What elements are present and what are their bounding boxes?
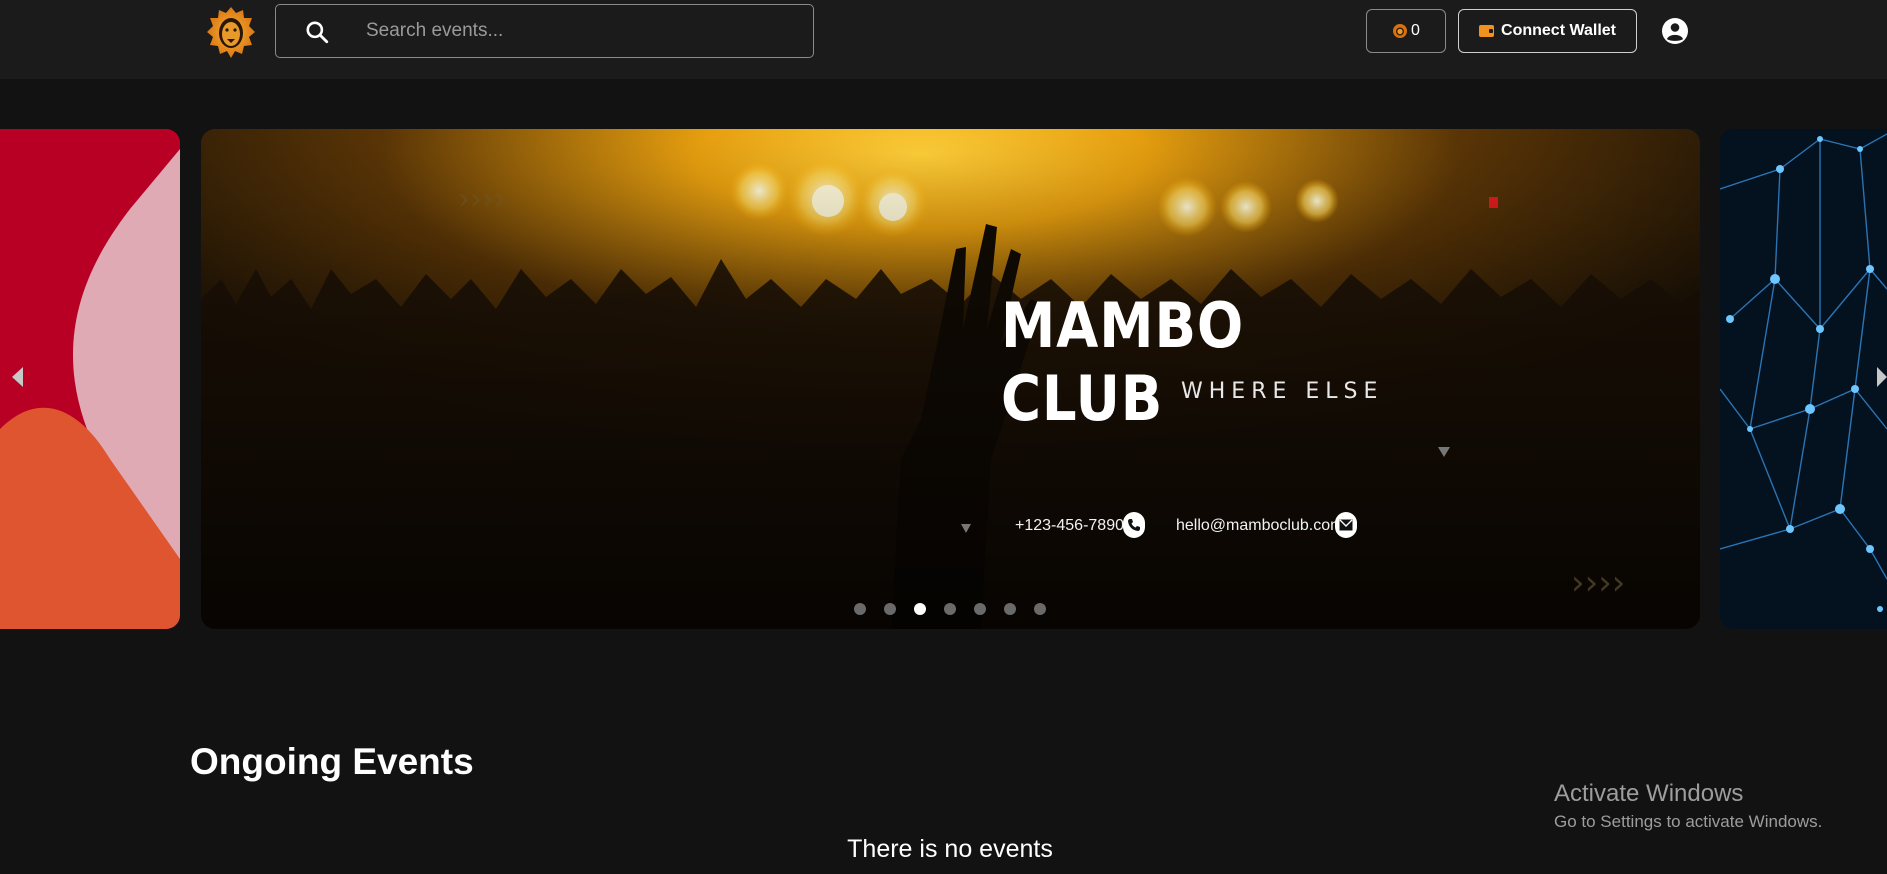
banner-title: MAMBO CLUB — [1001, 289, 1245, 435]
carousel-slide-active[interactable]: ›››› ›››› MAMBO CLUB WHERE ELSE +123-456… — [201, 129, 1700, 629]
lion-logo-icon[interactable] — [206, 5, 256, 60]
coin-balance-button[interactable]: 0 — [1366, 9, 1446, 53]
banner-subtitle: WHERE ELSE — [1181, 379, 1384, 404]
carousel-dot-4[interactable] — [944, 603, 956, 615]
carousel-dot-3[interactable] — [914, 603, 926, 615]
event-carousel: ›››› ›››› MAMBO CLUB WHERE ELSE +123-456… — [0, 129, 1887, 629]
search-box[interactable] — [275, 4, 814, 58]
svg-text:››››: ›››› — [458, 182, 506, 217]
banner-phone: +123-456-7890 — [1015, 517, 1124, 534]
carousel-dot-2[interactable] — [884, 603, 896, 615]
activate-windows-subtitle: Go to Settings to activate Windows. — [1554, 812, 1823, 831]
top-header: 0 Connect Wallet — [0, 0, 1887, 79]
carousel-prev-arrow-icon[interactable] — [12, 367, 23, 387]
search-input[interactable] — [366, 5, 786, 57]
account-icon[interactable] — [1661, 17, 1689, 45]
carousel-dot-1[interactable] — [854, 603, 866, 615]
phone-icon — [1123, 512, 1145, 538]
carousel-dot-7[interactable] — [1034, 603, 1046, 615]
coin-count: 0 — [1411, 22, 1420, 39]
search-icon[interactable] — [304, 19, 330, 45]
carousel-dots — [854, 603, 1046, 615]
activate-windows-title: Activate Windows — [1554, 780, 1744, 807]
carousel-dot-5[interactable] — [974, 603, 986, 615]
carousel-next-arrow-icon[interactable] — [1877, 367, 1887, 387]
connect-wallet-button[interactable]: Connect Wallet — [1458, 9, 1637, 53]
carousel-slide-next[interactable] — [1720, 129, 1887, 629]
email-icon — [1335, 512, 1357, 538]
svg-text:››››: ›››› — [1571, 563, 1625, 603]
ongoing-events-title: Ongoing Events — [190, 741, 474, 782]
wallet-icon — [1479, 25, 1495, 37]
carousel-slide-previous[interactable] — [0, 129, 180, 629]
empty-events-message: There is no events — [847, 835, 1053, 863]
carousel-dot-6[interactable] — [1004, 603, 1016, 615]
connect-wallet-label: Connect Wallet — [1501, 22, 1616, 39]
lion-coin-icon — [1393, 24, 1408, 38]
activate-windows-watermark: Activate Windows Go to Settings to activ… — [1554, 780, 1822, 832]
banner-email: hello@mamboclub.com — [1176, 517, 1344, 534]
concert-crowd-image: ›››› ›››› — [201, 129, 1700, 629]
